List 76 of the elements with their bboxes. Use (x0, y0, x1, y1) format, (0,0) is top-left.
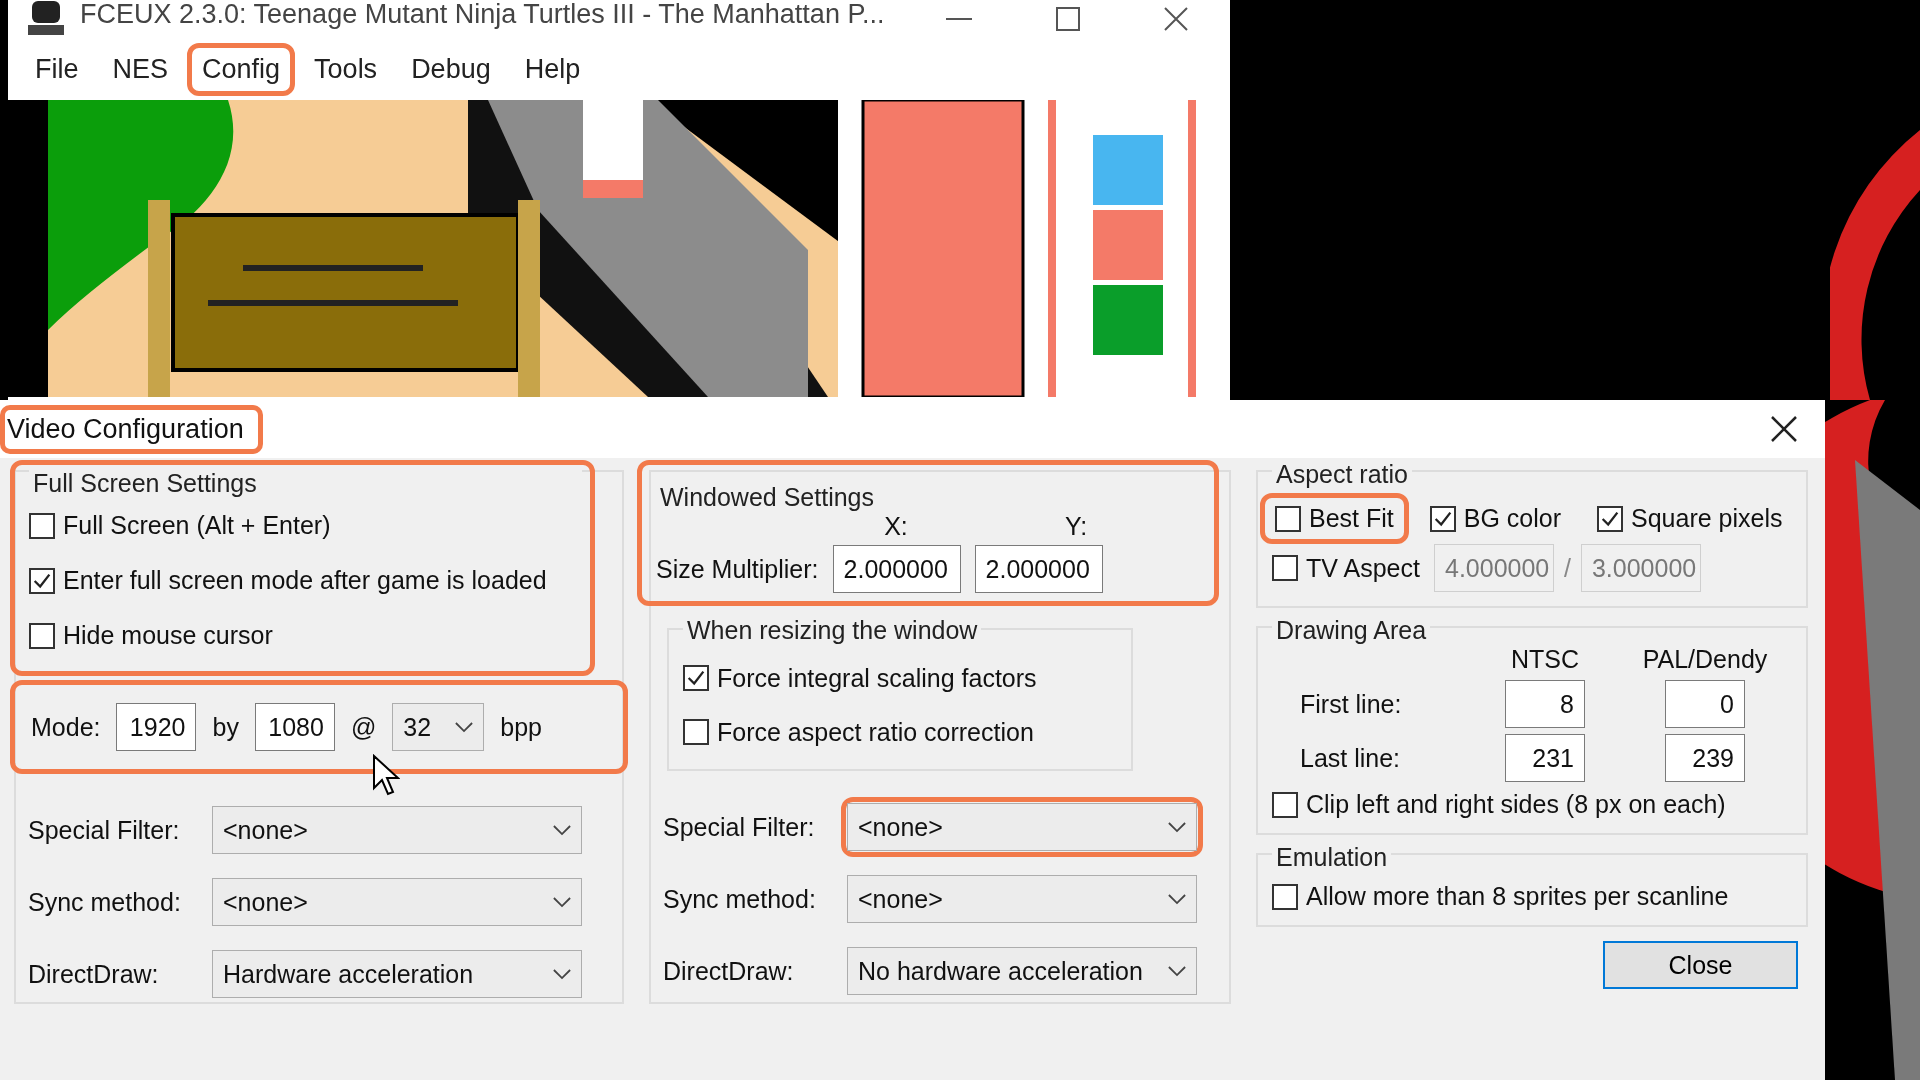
field-label: Sync method: (663, 884, 817, 914)
pal-line-field[interactable]: 0 (1665, 680, 1745, 728)
maximize-icon[interactable] (1056, 7, 1080, 31)
field-label: @ (350, 712, 377, 742)
close-icon[interactable] (1164, 7, 1188, 31)
dropdown[interactable]: Hardware acceleration (212, 950, 582, 998)
field-label: bpp (500, 712, 542, 742)
checkbox-option[interactable]: Best Fit (1260, 493, 1409, 544)
minimize-icon[interactable] (946, 17, 972, 21)
menu-item[interactable]: File (20, 42, 94, 96)
dropdown[interactable]: <none> (847, 803, 1197, 851)
chevron-down-icon (553, 968, 571, 980)
chevron-down-icon (1168, 821, 1186, 833)
dialog-title: Video Configuration (0, 404, 263, 454)
checkbox-option[interactable]: Square pixels (1582, 493, 1798, 544)
checkbox-option[interactable]: Allow more than 8 sprites per scanline (1272, 882, 1729, 911)
column-label: Y: (1063, 512, 1089, 541)
menu-item[interactable]: Help (509, 42, 596, 96)
chevron-down-icon (553, 896, 571, 908)
menu-item[interactable]: NES (97, 42, 184, 96)
menu-item[interactable]: Debug (396, 42, 506, 96)
dropdown[interactable]: <none> (212, 806, 582, 854)
mouse-pointer-icon (372, 754, 400, 796)
height-field[interactable]: 1080 (254, 703, 335, 751)
close-icon[interactable] (1771, 416, 1797, 442)
field-label: First line: (1300, 689, 1402, 719)
dropdown[interactable]: No hardware acceleration (847, 947, 1197, 995)
field-label: DirectDraw: (28, 959, 160, 989)
field-label: Sync method: (28, 887, 182, 917)
column-header: NTSC (1510, 645, 1580, 674)
checkbox-option[interactable]: Hide mouse cursor (29, 608, 582, 663)
checkbox[interactable] (29, 622, 55, 649)
chevron-down-icon (455, 721, 474, 733)
checkbox-option[interactable]: Force aspect ratio correction (683, 705, 1123, 759)
menu-item[interactable]: Tools (299, 42, 393, 96)
pal-line-field[interactable]: 239 (1665, 734, 1745, 782)
checkbox[interactable] (683, 719, 709, 745)
checkbox-option[interactable]: Enter full screen mode after game is loaded (29, 553, 582, 608)
checkbox[interactable] (1272, 883, 1298, 910)
checkbox[interactable] (1275, 505, 1301, 532)
ntsc-line-field[interactable]: 8 (1505, 680, 1585, 728)
field-label: Size Multiplier: (656, 554, 819, 584)
column-label: X: (883, 512, 909, 541)
column-header: PAL/Dendy (1642, 645, 1768, 674)
checkbox-option[interactable]: BG color (1414, 493, 1576, 544)
group-title: Full Screen Settings (29, 469, 582, 498)
ntsc-line-field[interactable]: 231 (1505, 734, 1585, 782)
width-field[interactable]: 1920 (116, 703, 197, 751)
checkbox-option[interactable]: Full Screen (Alt + Enter) (29, 498, 582, 553)
checkbox[interactable] (1272, 791, 1298, 818)
dropdown[interactable]: <none> (847, 875, 1197, 923)
menu-item[interactable]: Config (187, 42, 296, 96)
depth-dropdown[interactable]: 32 (392, 703, 485, 751)
checkbox-option[interactable]: Force integral scaling factors (683, 651, 1123, 705)
checkbox[interactable] (683, 665, 709, 691)
window-title: FCEUX 2.3.0: Teenage Mutant Ninja Turtles III - The Manhattan P... (80, 0, 886, 30)
dropdown[interactable]: <none> (212, 878, 582, 926)
field-label: by (212, 712, 239, 742)
chevron-down-icon (1168, 893, 1186, 905)
chevron-down-icon (1168, 965, 1186, 977)
size-y-field[interactable]: 2.000000 (974, 545, 1103, 593)
field-label: Special Filter: (28, 815, 181, 845)
checkbox-option[interactable]: Clip left and right sides (8 px on each) (1272, 790, 1726, 819)
checkbox[interactable] (1429, 505, 1456, 532)
field-label: Mode: (31, 712, 101, 742)
app-logo-icon (26, 1, 66, 37)
separator-text: / (1564, 553, 1571, 583)
field-label: Last line: (1300, 743, 1401, 773)
field-label: Special Filter: (663, 812, 816, 842)
field-label: DirectDraw: (663, 956, 795, 986)
checkbox[interactable] (29, 567, 55, 594)
checkbox[interactable] (29, 512, 55, 539)
checkbox[interactable] (1597, 505, 1623, 532)
size-x-field[interactable]: 2.000000 (832, 545, 961, 593)
chevron-down-icon (553, 824, 571, 836)
close-button[interactable]: Close (1603, 941, 1798, 989)
